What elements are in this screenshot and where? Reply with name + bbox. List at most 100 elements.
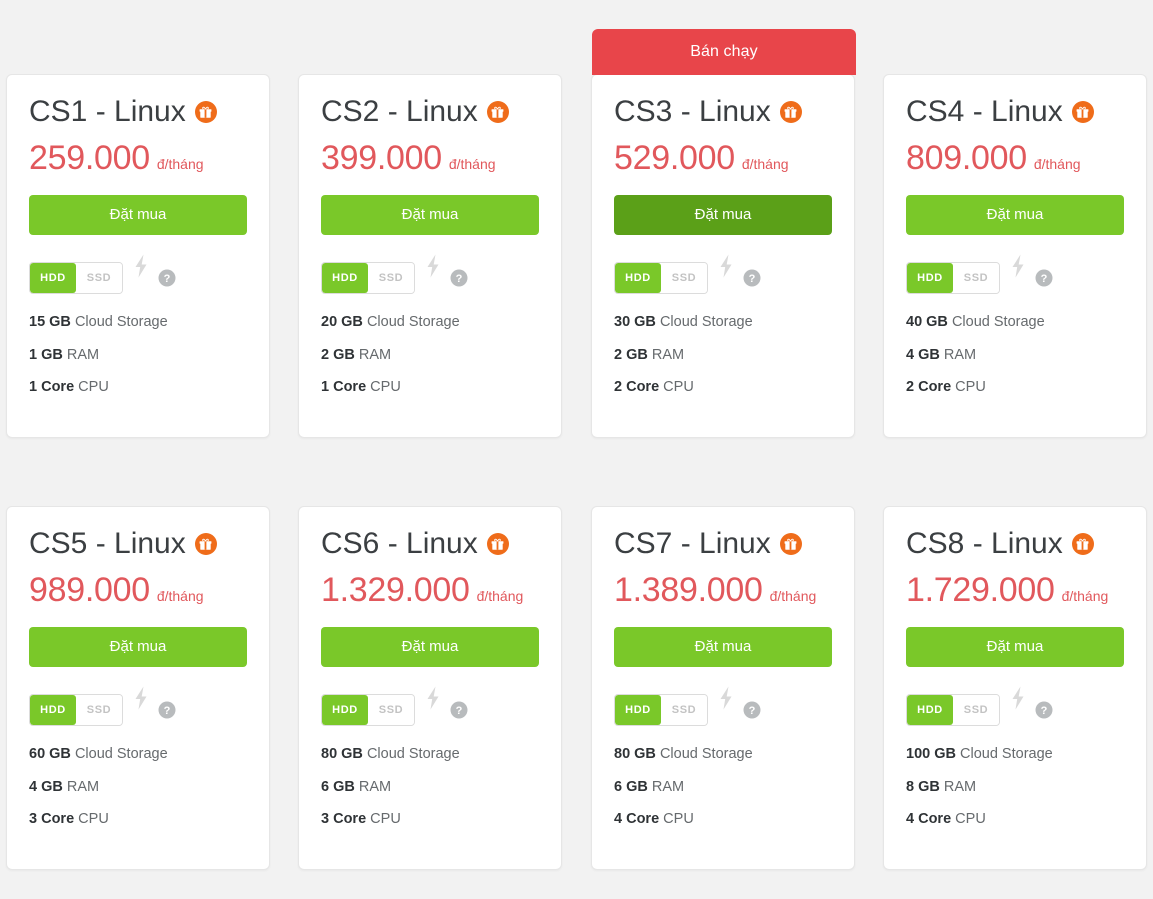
buy-button[interactable]: Đặt mua <box>29 195 247 235</box>
buy-button[interactable]: Đặt mua <box>906 195 1124 235</box>
plan-title: CS7 - Linux <box>614 529 832 559</box>
best-seller-badge: Bán chạy <box>592 29 856 75</box>
spec-value: 1 Core <box>321 379 367 395</box>
storage-option-hdd[interactable]: HDD <box>322 263 368 293</box>
spec-value: 3 Core <box>29 811 75 827</box>
pricing-card-cs1: CS1 - Linux 259.000 đ/tháng Đặt mua HDD SSD? 1… <box>6 74 270 438</box>
spec-value: 30 GB <box>614 314 656 330</box>
plan-price: 1.329.000 đ/tháng <box>321 573 539 607</box>
help-question-icon[interactable]: ? <box>450 701 468 719</box>
price-unit: đ/tháng <box>1033 156 1081 172</box>
storage-option-hdd[interactable]: HDD <box>30 263 76 293</box>
spec-label: RAM <box>943 778 977 795</box>
spec-value: 2 Core <box>906 379 952 395</box>
plan-title-text: CS1 - Linux <box>29 95 186 128</box>
plan-title: CS3 - Linux <box>614 97 832 127</box>
spec-value: 20 GB <box>321 314 363 330</box>
spec-value: 8 GB <box>906 778 940 795</box>
plan-title-text: CS5 - Linux <box>29 527 186 560</box>
card-body: CS7 - Linux 1.389.000 đ/tháng Đặt mua HDD SSD… <box>592 507 854 869</box>
spec-item: 80 GB Cloud Storage <box>614 747 832 762</box>
storage-option-ssd[interactable]: SSD <box>76 263 122 293</box>
plan-specs: 15 GB Cloud Storage 1 GB RAM 1 Core CPU <box>29 315 247 395</box>
help-question-icon[interactable]: ? <box>743 269 761 287</box>
storage-option-hdd[interactable]: HDD <box>30 695 76 725</box>
spec-label: Cloud Storage <box>659 746 753 762</box>
storage-option-hdd[interactable]: HDD <box>907 695 953 725</box>
storage-type-toggle[interactable]: HDD SSD <box>906 262 1000 294</box>
buy-button[interactable]: Đặt mua <box>614 195 832 235</box>
spec-item: 3 Core CPU <box>321 812 539 827</box>
storage-type-toggle[interactable]: HDD SSD <box>614 694 708 726</box>
buy-button[interactable]: Đặt mua <box>906 627 1124 667</box>
storage-option-ssd[interactable]: SSD <box>76 695 122 725</box>
storage-option-ssd[interactable]: SSD <box>661 263 707 293</box>
buy-button[interactable]: Đặt mua <box>321 195 539 235</box>
help-question-icon[interactable]: ? <box>1035 269 1053 287</box>
storage-type-toggle[interactable]: HDD SSD <box>321 694 415 726</box>
help-question-icon[interactable]: ? <box>1035 701 1053 719</box>
spec-item: 1 GB RAM <box>29 347 247 363</box>
storage-type-toggle[interactable]: HDD SSD <box>321 262 415 294</box>
storage-option-hdd[interactable]: HDD <box>322 695 368 725</box>
spec-item: 40 GB Cloud Storage <box>906 315 1124 330</box>
help-question-icon[interactable]: ? <box>158 701 176 719</box>
buy-button[interactable]: Đặt mua <box>614 627 832 667</box>
spec-value: 2 GB <box>321 346 355 363</box>
spec-label: Cloud Storage <box>366 746 460 762</box>
spec-label: Cloud Storage <box>960 746 1053 762</box>
storage-type-toggle[interactable]: HDD SSD <box>29 694 123 726</box>
lightning-bolt-icon <box>425 686 441 710</box>
storage-option-ssd[interactable]: SSD <box>368 695 414 725</box>
spec-item: 8 GB RAM <box>906 778 1124 795</box>
gift-icon <box>779 101 802 123</box>
buy-button[interactable]: Đặt mua <box>29 627 247 667</box>
price-amount: 1.329.000 <box>321 571 470 609</box>
svg-text:?: ? <box>456 273 463 285</box>
buy-button[interactable]: Đặt mua <box>321 627 539 667</box>
help-question-icon[interactable]: ? <box>450 269 468 287</box>
card-body: CS5 - Linux 989.000 đ/tháng Đặt mua HDD SSD? 6… <box>7 507 269 869</box>
storage-option-ssd[interactable]: SSD <box>953 263 999 293</box>
spec-item: 6 GB RAM <box>614 779 832 795</box>
price-unit: đ/tháng <box>156 156 204 172</box>
help-question-icon[interactable]: ? <box>158 269 176 287</box>
gift-icon <box>1071 101 1094 123</box>
spec-item: 20 GB Cloud Storage <box>321 315 539 330</box>
spec-value: 1 Core <box>29 379 75 395</box>
plan-title: CS1 - Linux <box>29 97 247 127</box>
storage-type-toggle[interactable]: HDD SSD <box>906 694 1000 726</box>
plan-price: 809.000 đ/tháng <box>906 141 1124 175</box>
storage-option-hdd[interactable]: HDD <box>615 263 661 293</box>
spec-item: 1 Core CPU <box>29 380 247 395</box>
lightning-bolt-icon <box>133 686 149 710</box>
storage-option-ssd[interactable]: SSD <box>368 263 414 293</box>
spec-value: 40 GB <box>906 314 948 330</box>
plan-title-text: CS7 - Linux <box>614 527 771 560</box>
storage-option-ssd[interactable]: SSD <box>661 695 707 725</box>
spec-value: 60 GB <box>29 746 71 762</box>
spec-label: RAM <box>651 346 685 363</box>
spec-label: Cloud Storage <box>951 314 1045 330</box>
spec-value: 4 Core <box>906 811 952 827</box>
spec-label: CPU <box>663 811 694 827</box>
storage-option-ssd[interactable]: SSD <box>953 695 999 725</box>
spec-label: RAM <box>66 778 100 795</box>
storage-option-hdd[interactable]: HDD <box>907 263 953 293</box>
spec-item: 4 GB RAM <box>29 778 247 795</box>
spec-value: 4 GB <box>906 346 940 363</box>
lightning-bolt-icon <box>718 686 734 710</box>
pricing-card-cs7: CS7 - Linux 1.389.000 đ/tháng Đặt mua HDD SSD… <box>591 506 855 870</box>
storage-type-toggle[interactable]: HDD SSD <box>29 262 123 294</box>
spec-item: 6 GB RAM <box>321 779 539 795</box>
svg-text:?: ? <box>456 705 463 717</box>
spec-item: 60 GB Cloud Storage <box>29 747 247 762</box>
plan-title-text: CS6 - Linux <box>321 527 478 560</box>
storage-type-toggle[interactable]: HDD SSD <box>614 262 708 294</box>
pricing-card-cs3: Bán chạy CS3 - Linux 529.000 đ/tháng Đặt mua… <box>591 29 856 438</box>
help-question-icon[interactable]: ? <box>743 701 761 719</box>
pricing-card-cs8: CS8 - Linux 1.729.000 đ/tháng Đặt mua HDD SSD… <box>883 506 1147 870</box>
spec-value: 4 GB <box>29 778 63 795</box>
svg-text:?: ? <box>1041 273 1048 285</box>
storage-option-hdd[interactable]: HDD <box>615 695 661 725</box>
